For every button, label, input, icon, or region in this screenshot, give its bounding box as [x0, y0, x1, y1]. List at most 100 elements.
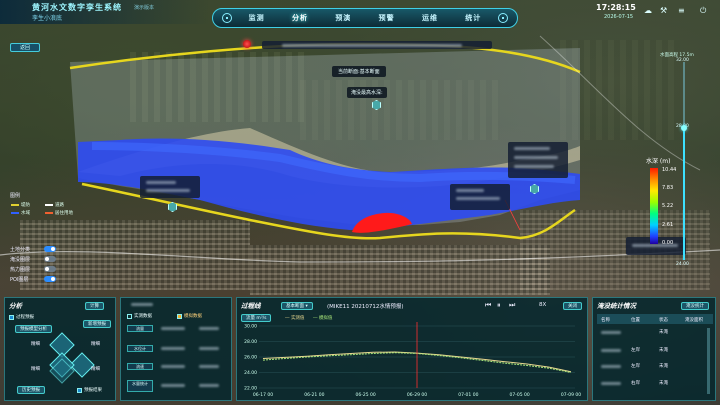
layer-toggle-poi[interactable]: POI图层 [10, 274, 56, 284]
new-forecast-button[interactable]: 新增预报 [83, 320, 111, 328]
slider-tick: 24.00 [676, 262, 689, 267]
nav-item-warning[interactable]: 预警 [365, 13, 408, 23]
process-line-panel: 过程线 基本断面 ▾ (MIKE11 20210712水情预报) ⏮ ⏸ ⏭ 8… [236, 297, 588, 401]
weather-icon: ☁ [644, 6, 652, 15]
info-popup [508, 142, 568, 178]
table-cell-location: 左岸 [631, 364, 640, 369]
radio-icon[interactable] [127, 313, 132, 319]
x-tick-label: 06-25 00 [356, 392, 376, 398]
y-tick-label: 24.00 [244, 370, 257, 376]
nav-item-ops[interactable]: 运维 [408, 13, 451, 23]
legend-item: 堤防 [10, 202, 44, 208]
rewind-icon[interactable]: ⏮ [485, 301, 491, 310]
section-label: 当前断面:基本断面 [332, 66, 386, 77]
depth-scale-label: 5.22 [662, 203, 674, 209]
toggle-switch[interactable] [44, 246, 56, 252]
checkbox-box[interactable] [9, 314, 14, 320]
forward-icon[interactable]: ⏭ [509, 301, 515, 310]
x-tick-label: 07-09 00 [561, 392, 581, 398]
legend-swatch [45, 204, 53, 206]
clock-date: 2026-07-15 [604, 14, 634, 20]
legend-item: 道路 [44, 202, 78, 208]
legend-title: 图例 [10, 193, 21, 199]
elevation-slider[interactable] [681, 62, 687, 260]
map-legend: 图例 堤防 道路 水域 居住用地 [10, 192, 80, 218]
app-title-suffix: 演示版本 [134, 5, 155, 11]
table-header: 状态 [659, 318, 668, 323]
y-tick-label: 28.00 [244, 339, 257, 345]
pause-icon[interactable]: ⏸ [497, 301, 501, 310]
section-dropdown[interactable]: 基本断面 ▾ [281, 302, 313, 310]
simulated-tab[interactable]: 模拟数据 [177, 313, 202, 319]
table-header: 淹没面积 [685, 318, 703, 323]
info-popup [140, 176, 200, 198]
list-item-level[interactable]: 水位计 [127, 345, 153, 352]
list-item-volume[interactable]: 水量统计 [127, 380, 153, 392]
radio-icon[interactable] [177, 313, 182, 319]
nav-item-rehearsal[interactable]: 预演 [322, 13, 365, 23]
y-tick-label: 26.00 [244, 355, 257, 361]
list-item-velocity[interactable]: 流速 [127, 363, 153, 370]
y-tick-label: 22.00 [244, 386, 257, 392]
slider-thumb[interactable] [681, 125, 687, 131]
speed-label[interactable]: 8X [539, 302, 546, 308]
back-button[interactable]: 返回 [10, 43, 40, 52]
x-tick-label: 07-05 00 [510, 392, 530, 398]
list-item-flow[interactable]: 流量 [127, 325, 153, 332]
info-popup [450, 184, 510, 210]
nav-item-analysis[interactable]: 分析 [278, 13, 321, 23]
toggle-switch[interactable] [44, 266, 56, 272]
x-tick-label: 07-01 00 [458, 392, 478, 398]
table-cell-status: 未淹 [659, 381, 668, 386]
layer-toggle-heat[interactable]: 热力图层 [10, 264, 56, 274]
node-label: 精细 [31, 342, 40, 347]
legend-item: 水域 [10, 210, 44, 216]
max-depth-label: 淹没最高水深: [347, 87, 387, 98]
x-tick-label: 06-21 00 [304, 392, 324, 398]
y-tick-label: 30.00 [244, 324, 257, 330]
layer-toggles: 土地分类 淹没图层 热力图层 POI图层 [10, 244, 56, 284]
power-icon[interactable]: ⏻ [700, 6, 706, 16]
status-area: 17:28:15 2026-07-15 ☁ ⚒ ≡ ⏻ [594, 3, 720, 23]
settings-icon[interactable] [497, 13, 508, 23]
scenario-label: (MIKE11 20210712水情预报) [327, 304, 404, 310]
measured-tab[interactable]: 实测数据 [127, 313, 152, 319]
close-button[interactable]: 关闭 [563, 302, 582, 310]
compute-button[interactable]: 计算 [85, 302, 104, 310]
slider-fill [683, 128, 685, 260]
table-scrollbar[interactable] [707, 328, 710, 394]
app-title: 黄河水文数字孪生系统 [32, 3, 122, 12]
nav-item-stats[interactable]: 统计 [452, 13, 495, 23]
history-forecast-button[interactable]: 历史预报 [17, 386, 45, 394]
app-subtitle: 孪生小浪底 [32, 15, 63, 22]
node-label: 精细 [91, 342, 100, 347]
node-label: 精细 [91, 367, 100, 372]
toggle-switch[interactable] [44, 276, 56, 282]
tools-icon[interactable]: ⚒ [660, 6, 667, 15]
table-header: 位置 [631, 318, 640, 323]
result-checkbox[interactable]: 预报结果 [77, 387, 102, 393]
layer-toggle-landuse[interactable]: 土地分类 [10, 244, 56, 254]
panel-title: 淹没统计情况 [597, 302, 636, 310]
toggle-switch[interactable] [44, 256, 56, 262]
blurred-text [131, 303, 153, 306]
forecast-checkbox[interactable]: 过程预报 [9, 314, 34, 320]
depth-scale-title: 水深 (m) [646, 158, 671, 165]
data-list-panel: 实测数据 模拟数据 流量 水位计 流速 水量统计 [120, 297, 232, 401]
app-title-bar: 黄河水文数字孪生系统 演示版本 孪生小浪底 [0, 0, 210, 24]
menu-icon[interactable]: ≡ [678, 6, 685, 15]
layer-toggle-flood[interactable]: 淹没图层 [10, 254, 56, 264]
table-header: 名称 [601, 318, 610, 323]
depth-scale-label: 0.00 [662, 240, 674, 246]
nav-item-monitor[interactable]: 监测 [235, 13, 278, 23]
chevron-down-icon: ▾ [305, 304, 308, 309]
panel-title: 过程线 [241, 302, 261, 310]
home-icon[interactable] [222, 13, 232, 23]
node-label: 精细 [31, 367, 40, 372]
flood-stats-button[interactable]: 淹没统计 [681, 302, 709, 310]
table-cell-location: 左岸 [631, 348, 640, 353]
checkbox-box[interactable] [77, 387, 82, 393]
model-analysis-button[interactable]: 预报模型分析 [15, 325, 52, 333]
depth-scale-label: 7.83 [662, 185, 674, 191]
alarm-icon[interactable] [243, 40, 251, 48]
